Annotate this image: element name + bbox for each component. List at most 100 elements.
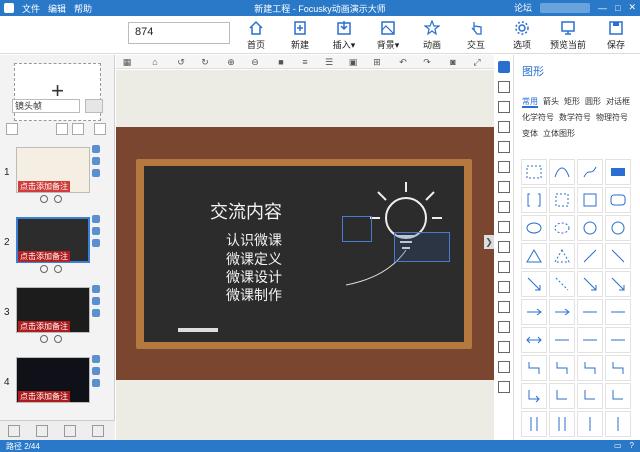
table-tab-icon[interactable] (498, 321, 510, 333)
shape-arrow-diag[interactable] (521, 271, 547, 297)
shape-arrow-h-3[interactable] (577, 299, 603, 325)
shape-freehand[interactable] (577, 159, 603, 185)
shape-elbow-arrow-4[interactable] (605, 383, 631, 409)
search-input[interactable]: 874 (128, 22, 230, 44)
interaction-button[interactable]: 交互 (454, 20, 498, 51)
tab-chemistry[interactable]: 化学符号 (522, 113, 554, 122)
panel-toggle-icon[interactable]: ❯ (484, 235, 494, 249)
image-tab-icon[interactable] (498, 81, 510, 93)
slide-title[interactable]: 交流内容 (210, 198, 282, 224)
shape-elbow-arrow[interactable] (521, 383, 547, 409)
forum-link[interactable]: 论坛 (514, 1, 532, 14)
close-icon[interactable] (92, 285, 100, 293)
shape-brackets[interactable] (521, 187, 547, 213)
home-view-icon[interactable]: ⌂ (150, 57, 160, 67)
time-icon[interactable] (40, 265, 48, 273)
account-area[interactable] (540, 2, 591, 13)
mic-icon[interactable] (92, 309, 100, 317)
animation-button[interactable]: 动画 (410, 19, 454, 51)
shape-triangle[interactable] (521, 243, 547, 269)
tab-circle[interactable]: 圆形 (585, 97, 601, 106)
video-tab-icon[interactable] (498, 141, 510, 153)
lock-icon[interactable]: ■ (276, 57, 286, 67)
shape-dashed-triangle[interactable] (549, 243, 575, 269)
mic-icon[interactable] (92, 169, 100, 177)
link-tab-icon[interactable] (498, 221, 510, 233)
shape-rect-filled[interactable] (605, 159, 631, 185)
camera-select[interactable]: 镜头帧 (12, 99, 80, 113)
shape-tab-icon[interactable] (498, 61, 510, 73)
shape-arrow-h-2[interactable] (549, 299, 575, 325)
edit-icon[interactable] (8, 425, 20, 437)
collapse-icon[interactable] (6, 123, 18, 135)
layer-tab-icon[interactable] (498, 201, 510, 213)
grid-icon[interactable]: ▦ (122, 57, 132, 67)
monitor-icon[interactable]: ▭ (614, 441, 622, 450)
zoom-in-icon[interactable]: ⊕ (226, 57, 236, 67)
window-tab-icon[interactable] (498, 301, 510, 313)
slide-note[interactable]: 点击添加备注 (18, 251, 70, 262)
canvas-stage[interactable]: 交流内容 认识微课 微课定义 微课设计 微课制作 ❯ (116, 70, 494, 440)
redo-icon[interactable]: ↷ (422, 57, 432, 67)
zoom-icon[interactable] (56, 123, 68, 135)
zoom-out-icon[interactable]: ⊖ (250, 57, 260, 67)
top-icon[interactable] (92, 425, 104, 437)
shape-line[interactable] (577, 243, 603, 269)
layer-icon[interactable]: ☰ (324, 57, 334, 67)
shape-square[interactable] (577, 187, 603, 213)
delete-icon[interactable] (36, 425, 48, 437)
calendar-tab-icon[interactable] (498, 361, 510, 373)
layers-tab-icon[interactable] (498, 381, 510, 393)
slide-item-text[interactable]: 认识微课 (226, 234, 282, 248)
rotate-right-icon[interactable]: ↻ (200, 57, 210, 67)
shape-elbow[interactable] (521, 355, 547, 381)
settings-icon[interactable] (54, 335, 62, 343)
shape-arrow-diag-dash[interactable] (549, 271, 575, 297)
link-icon[interactable] (72, 123, 84, 135)
close-icon[interactable]: ✕ (628, 2, 636, 13)
time-icon[interactable] (40, 335, 48, 343)
selected-object[interactable] (342, 216, 372, 242)
shape-arrow-double-4[interactable] (605, 327, 631, 353)
shape-curve[interactable] (549, 159, 575, 185)
rotate-left-icon[interactable]: ↺ (176, 57, 186, 67)
shape-dashed-ellipse[interactable] (549, 215, 575, 241)
text-tab-icon[interactable] (498, 101, 510, 113)
shape-vbracket[interactable] (521, 411, 547, 437)
grid-tab-icon[interactable] (498, 281, 510, 293)
chart-tab-icon[interactable] (498, 261, 510, 273)
camera-capture-icon[interactable]: ◙ (448, 57, 458, 67)
shape-arrow-h[interactable] (521, 299, 547, 325)
music-tab-icon[interactable] (498, 161, 510, 173)
selected-object[interactable] (394, 232, 450, 262)
insert-button[interactable]: 插入▾ (322, 20, 366, 51)
refresh-icon[interactable] (92, 367, 100, 375)
mic-icon[interactable] (92, 379, 100, 387)
settings-icon[interactable] (54, 195, 62, 203)
minimize-icon[interactable]: — (598, 3, 607, 13)
tab-common[interactable]: 常用 (522, 97, 538, 108)
duplicate-icon[interactable] (64, 425, 76, 437)
plane-tab-icon[interactable] (498, 241, 510, 253)
shape-elbow-3[interactable] (577, 355, 603, 381)
shape-arrow-double-2[interactable] (549, 327, 575, 353)
time-icon[interactable] (40, 195, 48, 203)
shape-line-alt[interactable] (605, 243, 631, 269)
slide-item-text[interactable]: 微课制作 (226, 289, 282, 303)
preview-button[interactable]: 预览当前 (546, 20, 590, 51)
tab-3d[interactable]: 立体图形 (543, 129, 575, 138)
close-icon[interactable] (92, 355, 100, 363)
slide-item-text[interactable]: 微课设计 (226, 271, 282, 285)
shape-dashed-rect[interactable] (521, 159, 547, 185)
help-icon[interactable]: ? (630, 441, 634, 450)
refresh-icon[interactable] (92, 297, 100, 305)
comment-tab-icon[interactable] (498, 121, 510, 133)
slide-item-3[interactable]: 3 点击添加备注 (0, 283, 115, 353)
shape-elbow-arrow-3[interactable] (577, 383, 603, 409)
shape-ellipse[interactable] (521, 215, 547, 241)
slide-item-4[interactable]: 4 点击添加备注 (0, 353, 115, 423)
shape-arrow-double[interactable] (521, 327, 547, 353)
slide-item-1[interactable]: 1 点击添加备注 (0, 143, 115, 213)
shape-rounded-rect[interactable] (605, 187, 631, 213)
settings-icon[interactable] (54, 265, 62, 273)
